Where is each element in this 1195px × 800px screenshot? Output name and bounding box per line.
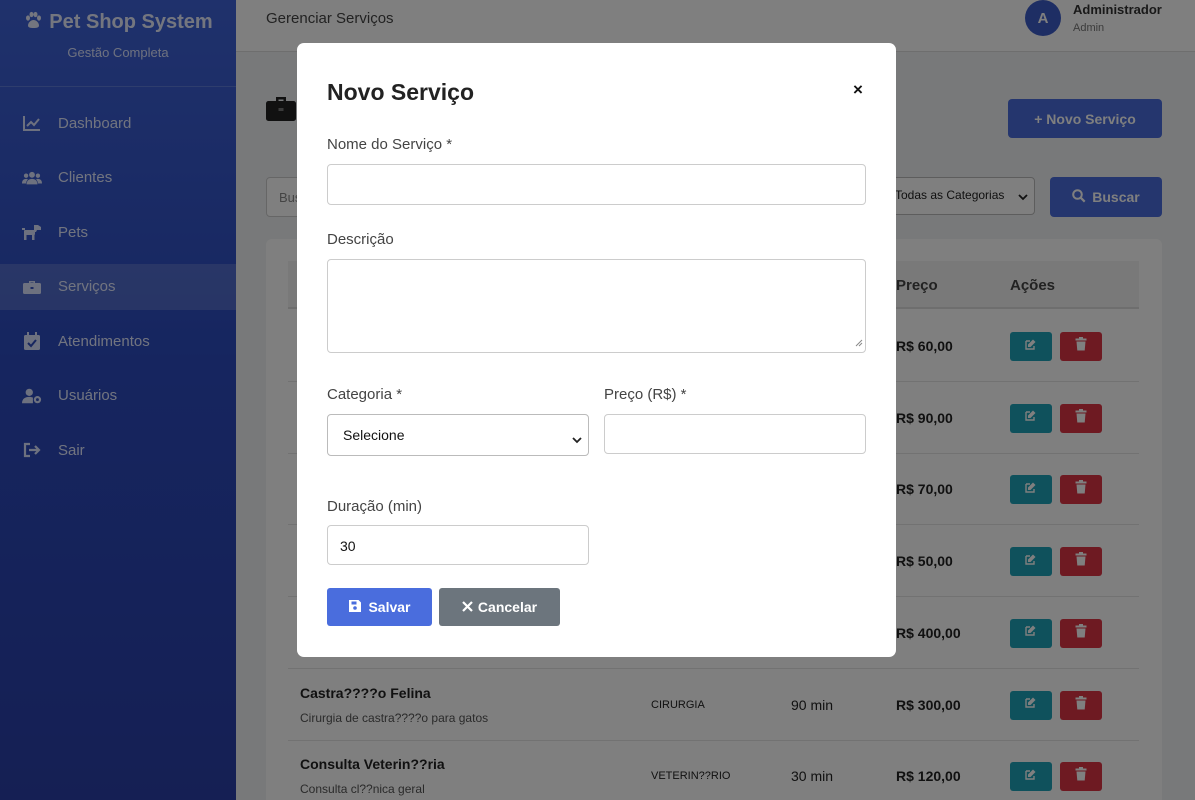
descricao-textarea[interactable] [327,259,866,353]
descricao-label: Descrição [327,231,394,248]
save-button-label: Salvar [368,599,411,615]
cancel-button[interactable]: Cancelar [439,588,560,626]
preco-label: Preço (R$) * [604,386,687,403]
categoria-value: Selecione [343,427,405,443]
resize-handle-icon [855,334,863,350]
chevron-down-icon [572,431,582,447]
duracao-label: Duração (min) [327,498,423,515]
save-button[interactable]: Salvar [327,588,432,626]
cancel-button-label: Cancelar [477,599,538,615]
duracao-input[interactable]: 30 [327,525,589,565]
save-icon [348,599,362,616]
nome-label: Nome do Serviço * [327,136,453,153]
modal-title: Novo Serviço [327,79,474,105]
categoria-select[interactable]: Selecione [327,414,589,456]
new-service-modal: Novo Serviço × Nome do Serviço * Descriç… [297,43,896,657]
categoria-label: Categoria * [327,386,403,403]
nome-input[interactable] [327,164,866,205]
preco-input[interactable] [604,414,866,454]
close-icon [462,599,473,615]
close-icon[interactable]: × [848,80,868,100]
